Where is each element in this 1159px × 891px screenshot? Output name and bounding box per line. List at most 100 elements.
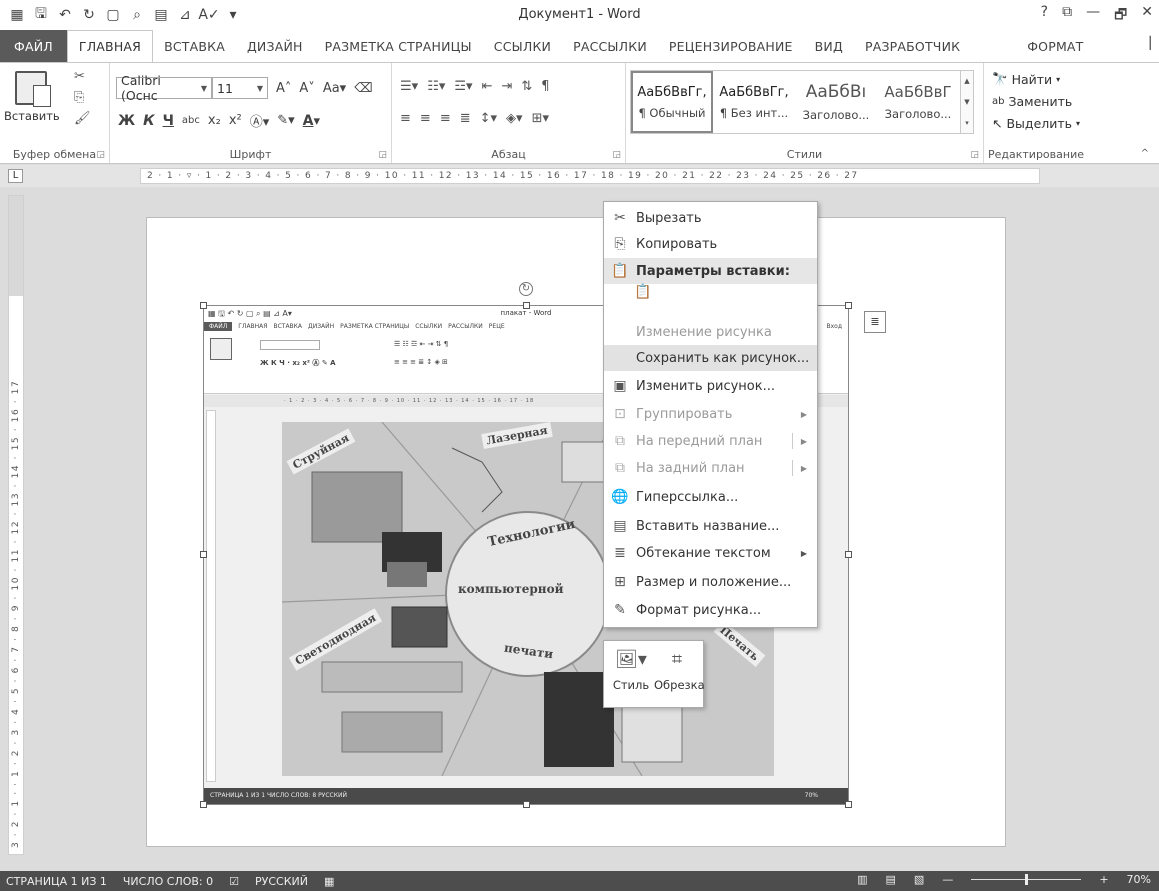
superscript-icon[interactable]: x² bbox=[229, 113, 242, 128]
styles-launcher-icon[interactable]: ◲ bbox=[970, 150, 979, 160]
select-button[interactable]: ↖ Выделить ▾ bbox=[992, 116, 1080, 131]
menu-item-hyperlink[interactable]: 🌐 Гиперссылка... bbox=[604, 484, 817, 510]
clear-formatting-icon[interactable]: ⌫ bbox=[354, 81, 372, 96]
tab-selector[interactable]: L bbox=[8, 169, 23, 183]
highlight-icon[interactable]: ✎▾ bbox=[277, 113, 294, 128]
font-color-icon[interactable]: A▾ bbox=[303, 113, 320, 129]
line-spacing-icon[interactable]: ↕▾ bbox=[480, 111, 497, 126]
bold-icon[interactable]: Ж bbox=[118, 113, 135, 129]
menu-item-format-picture[interactable]: ✎ Формат рисунка... bbox=[604, 597, 817, 623]
picture-style-button[interactable]: 🖼▾ Стиль bbox=[608, 649, 654, 692]
align-right-icon[interactable]: ≡ bbox=[440, 111, 451, 126]
justify-icon[interactable]: ≣ bbox=[460, 111, 471, 126]
show-marks-icon[interactable]: ¶ bbox=[541, 79, 549, 94]
menu-item-copy[interactable]: ⎘ Копировать bbox=[604, 231, 817, 257]
web-layout-icon[interactable]: ▧ bbox=[914, 873, 924, 886]
layout-options-icon[interactable]: ≣ bbox=[864, 311, 886, 333]
undo-icon[interactable]: ↶ bbox=[56, 6, 74, 24]
resize-handle-s[interactable] bbox=[523, 801, 530, 808]
zoom-in-icon[interactable]: + bbox=[1099, 873, 1108, 886]
change-case-icon[interactable]: Aa▾ bbox=[323, 81, 346, 96]
resize-handle-sw[interactable] bbox=[200, 801, 207, 808]
menu-item-save-as-picture[interactable]: Сохранить как рисунок... bbox=[604, 345, 817, 371]
close-icon[interactable]: ✕ bbox=[1141, 4, 1153, 28]
menu-item-cut[interactable]: ✂ Вырезать bbox=[604, 205, 817, 231]
subscript-icon[interactable]: x₂ bbox=[208, 113, 221, 128]
menu-item-change-picture[interactable]: ▣ Изменить рисунок... bbox=[604, 373, 817, 399]
multilevel-list-icon[interactable]: ☲▾ bbox=[454, 79, 472, 94]
borders-icon[interactable]: ⊞▾ bbox=[532, 111, 549, 126]
paste-keep-source-icon[interactable]: 📋 bbox=[634, 284, 656, 306]
status-language[interactable]: РУССКИЙ bbox=[255, 875, 308, 888]
quick-print-icon[interactable]: ▤ bbox=[152, 6, 170, 24]
align-left-icon[interactable]: ≡ bbox=[400, 111, 411, 126]
font-size-combo[interactable]: 11 ▼ bbox=[212, 77, 268, 99]
resize-handle-nw[interactable] bbox=[200, 302, 207, 309]
find-button[interactable]: 🔭 Найти ▾ bbox=[992, 71, 1080, 87]
tab-mailings[interactable]: РАССЫЛКИ bbox=[562, 30, 658, 62]
underline-icon[interactable]: Ч bbox=[163, 113, 174, 129]
help-icon[interactable]: ? bbox=[1041, 4, 1048, 28]
shrink-font-icon[interactable]: A˅ bbox=[299, 81, 314, 96]
numbering-icon[interactable]: ☷▾ bbox=[427, 79, 445, 94]
tab-format[interactable]: ФОРМАТ bbox=[1001, 30, 1109, 62]
customize-qat-icon[interactable]: ▾ bbox=[224, 6, 242, 24]
print-layout-icon[interactable]: ▤ bbox=[886, 873, 896, 886]
resize-handle-e[interactable] bbox=[845, 551, 852, 558]
tab-insert[interactable]: ВСТАВКА bbox=[153, 30, 236, 62]
resize-handle-n[interactable] bbox=[523, 302, 530, 309]
ribbon-display-icon[interactable]: ⧉ bbox=[1062, 4, 1072, 28]
more-styles-icon[interactable]: ▾ bbox=[965, 119, 969, 127]
increase-indent-icon[interactable]: ⇥ bbox=[501, 79, 512, 94]
style-no-spacing[interactable]: АаБбВвГг, ¶ Без инт... bbox=[713, 71, 795, 133]
spelling-icon[interactable]: A✓ bbox=[198, 6, 219, 24]
tab-page-layout[interactable]: РАЗМЕТКА СТРАНИЦЫ bbox=[314, 30, 483, 62]
save-icon[interactable]: 🖫 bbox=[32, 6, 50, 24]
menu-item-insert-caption[interactable]: ▤ Вставить название... bbox=[604, 513, 817, 539]
redo-icon[interactable]: ↻ bbox=[80, 6, 98, 24]
open-icon[interactable]: ⊿ bbox=[176, 6, 194, 24]
rotate-handle-icon[interactable]: ↻ bbox=[519, 282, 533, 296]
strikethrough-icon[interactable]: abc bbox=[182, 115, 200, 126]
horizontal-ruler[interactable]: 2 · 1 · ▿ · 1 · 2 · 3 · 4 · 5 · 6 · 7 · … bbox=[140, 168, 1040, 184]
resize-handle-ne[interactable] bbox=[845, 302, 852, 309]
tab-view[interactable]: ВИД bbox=[804, 30, 854, 62]
vertical-ruler[interactable]: 3 · 2 · 1 · · 1 · 2 · 3 · 4 · 5 · 6 · 7 … bbox=[8, 195, 24, 855]
text-effects-icon[interactable]: Ⓐ▾ bbox=[250, 111, 270, 130]
macro-record-icon[interactable]: ▦ bbox=[324, 875, 334, 888]
menu-item-size-position[interactable]: ⊞ Размер и положение... bbox=[604, 569, 817, 595]
format-painter-icon[interactable]: 🖌 bbox=[74, 111, 91, 126]
font-launcher-icon[interactable]: ◲ bbox=[378, 150, 387, 160]
scroll-up-icon[interactable]: ▲ bbox=[964, 77, 969, 85]
paragraph-launcher-icon[interactable]: ◲ bbox=[612, 150, 621, 160]
tab-file[interactable]: ФАЙЛ bbox=[0, 30, 67, 62]
collapse-ribbon-icon[interactable]: ^ bbox=[1141, 148, 1149, 159]
print-preview-icon[interactable]: ⌕ bbox=[128, 6, 146, 24]
minimize-icon[interactable]: — bbox=[1086, 4, 1100, 28]
paste-button[interactable]: Вставить bbox=[4, 71, 60, 123]
tab-home[interactable]: ГЛАВНАЯ bbox=[66, 30, 154, 62]
crop-button[interactable]: ⌗ Обрезка bbox=[654, 649, 705, 692]
align-center-icon[interactable]: ≡ bbox=[420, 111, 431, 126]
zoom-slider[interactable] bbox=[971, 874, 1082, 885]
status-words[interactable]: ЧИСЛО СЛОВ: 0 bbox=[123, 875, 213, 888]
tab-developer[interactable]: РАЗРАБОТЧИК bbox=[854, 30, 971, 62]
resize-handle-w[interactable] bbox=[200, 551, 207, 558]
style-heading-2[interactable]: АаБбВвГ Заголово... bbox=[877, 71, 959, 133]
style-normal[interactable]: АаБбВвГг, ¶ Обычный bbox=[631, 71, 713, 133]
font-name-combo[interactable]: Calibri (Оснс ▼ bbox=[116, 73, 212, 103]
decrease-indent-icon[interactable]: ⇤ bbox=[482, 79, 493, 94]
cut-icon[interactable]: ✂ bbox=[74, 69, 91, 84]
scroll-down-icon[interactable]: ▼ bbox=[964, 98, 969, 106]
resize-handle-se[interactable] bbox=[845, 801, 852, 808]
zoom-level[interactable]: 70% bbox=[1127, 873, 1151, 886]
styles-scroll[interactable]: ▲ ▼ ▾ bbox=[960, 70, 974, 134]
copy-icon[interactable]: ⎘ bbox=[74, 90, 91, 105]
proofing-icon[interactable]: ☑ bbox=[229, 875, 239, 888]
tab-design[interactable]: ДИЗАЙН bbox=[236, 30, 314, 62]
menu-item-wrap-text[interactable]: ≣ Обтекание текстом ▶ bbox=[604, 540, 817, 566]
replace-button[interactable]: ab Заменить bbox=[992, 94, 1080, 109]
bullets-icon[interactable]: ☰▾ bbox=[400, 79, 418, 94]
grow-font-icon[interactable]: A˄ bbox=[276, 81, 291, 96]
tab-references[interactable]: ССЫЛКИ bbox=[483, 30, 562, 62]
